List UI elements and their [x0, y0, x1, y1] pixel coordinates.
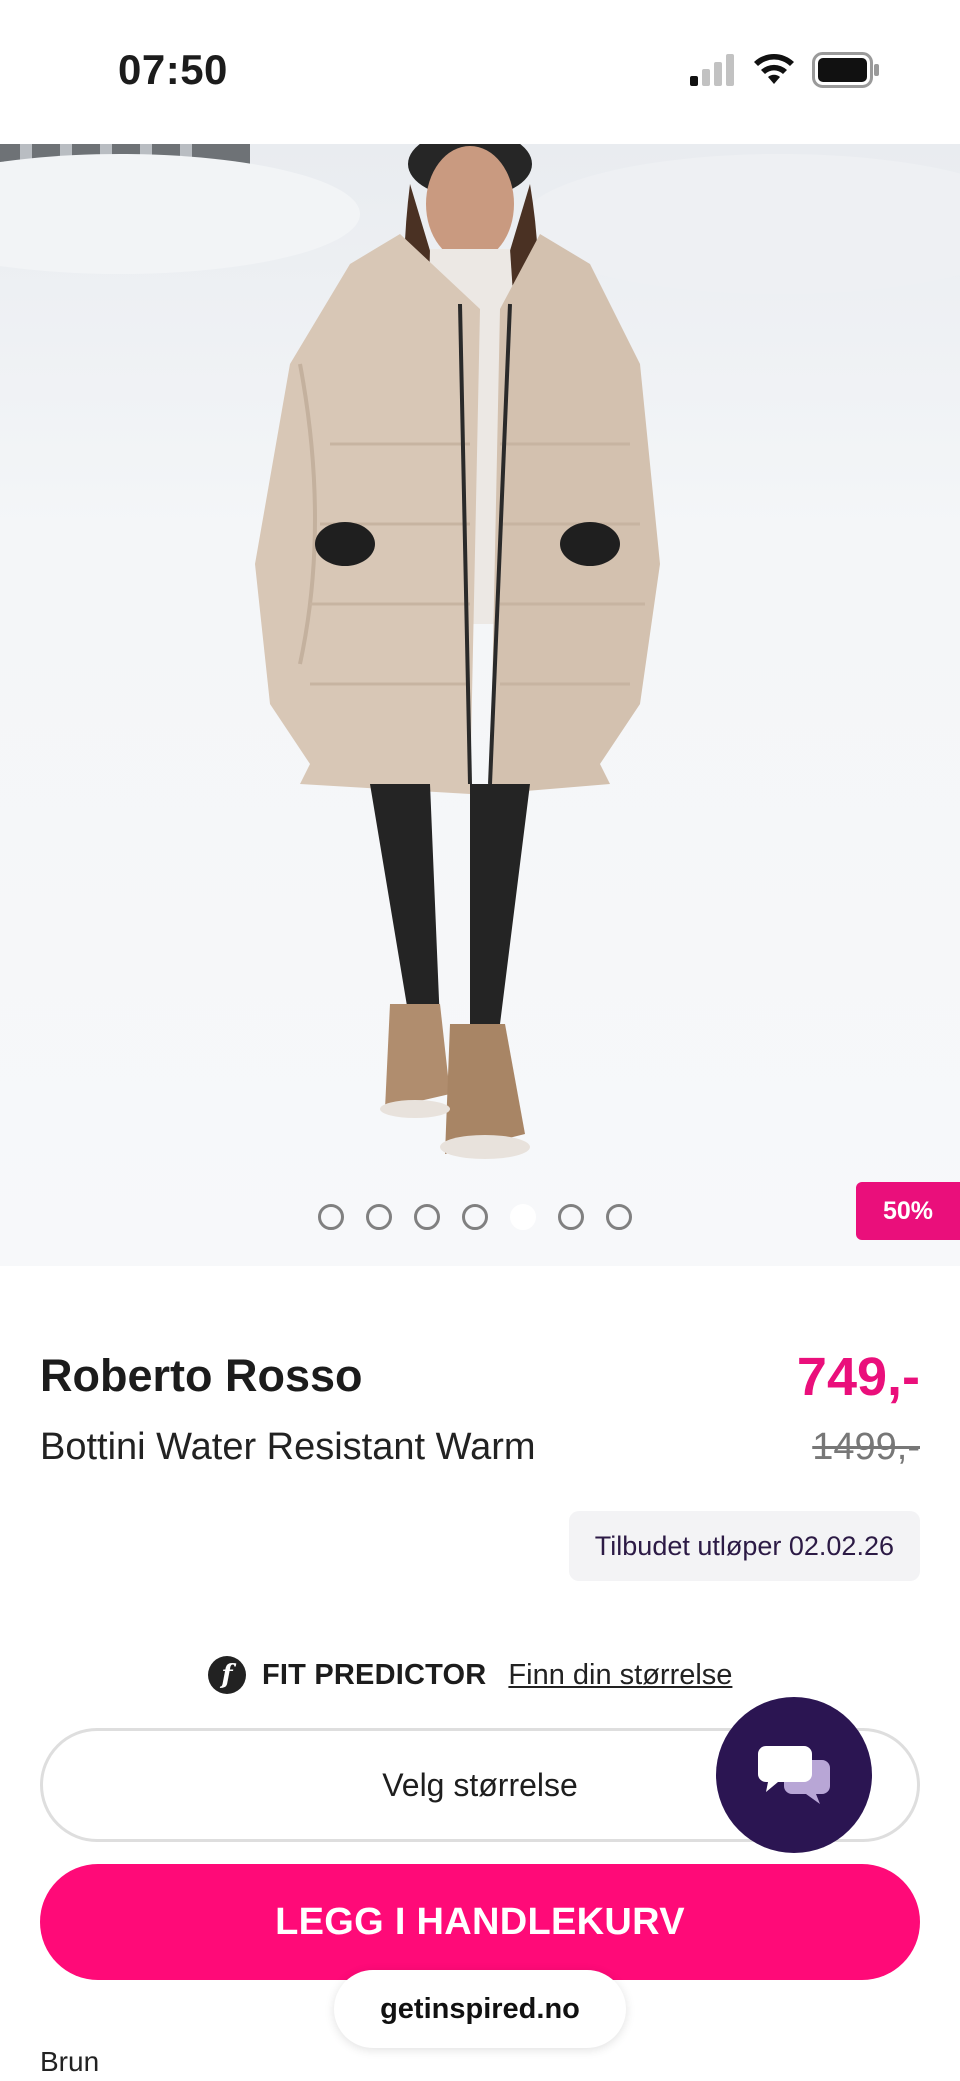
product-brand[interactable]: Roberto Rosso — [40, 1350, 363, 1402]
product-price: 749,- — [796, 1347, 920, 1407]
fit-predictor-icon: f — [208, 1656, 246, 1694]
add-to-cart-button[interactable]: LEGG I HANDLEKURV — [40, 1864, 920, 1980]
product-image-carousel[interactable]: 50% — [0, 144, 960, 1266]
battery-icon — [812, 52, 879, 88]
offer-expiry-badge: Tilbudet utløper 02.02.26 — [568, 1511, 920, 1581]
url-text: getinspired.no — [380, 1992, 580, 2025]
carousel-dot-active[interactable] — [510, 1204, 536, 1230]
discount-badge: 50% — [856, 1182, 960, 1240]
add-to-cart-label: LEGG I HANDLEKURV — [275, 1900, 685, 1943]
carousel-dot[interactable] — [318, 1204, 344, 1230]
offer-expiry-text: Tilbudet utløper 02.02.26 — [594, 1530, 894, 1561]
carousel-dot[interactable] — [558, 1204, 584, 1230]
status-bar: 07:50 — [0, 0, 960, 144]
browser-url-bar[interactable]: getinspired.no — [334, 1970, 626, 2048]
wifi-icon — [754, 54, 794, 84]
product-color: Brun — [40, 2046, 100, 2077]
carousel-dot[interactable] — [366, 1204, 392, 1230]
product-name: Bottini Water Resistant Warm — [40, 1426, 536, 1468]
status-time: 07:50 — [118, 46, 228, 93]
carousel-dot[interactable] — [462, 1204, 488, 1230]
find-size-link[interactable]: Finn din størrelse — [508, 1659, 732, 1692]
carousel-dot[interactable] — [606, 1204, 632, 1230]
cellular-signal-icon — [690, 54, 734, 86]
fit-predictor-label: FIT PREDICTOR — [262, 1658, 487, 1691]
chat-button[interactable] — [716, 1697, 872, 1853]
chat-icon — [758, 1746, 830, 1804]
select-size-label: Velg størrelse — [382, 1766, 578, 1803]
carousel-dot[interactable] — [414, 1204, 440, 1230]
original-price: 1499,- — [812, 1426, 920, 1468]
carousel-indicators — [318, 1204, 632, 1230]
fit-predictor: f FIT PREDICTOR Finn din størrelse — [208, 1656, 732, 1694]
product-photo — [0, 144, 960, 1159]
